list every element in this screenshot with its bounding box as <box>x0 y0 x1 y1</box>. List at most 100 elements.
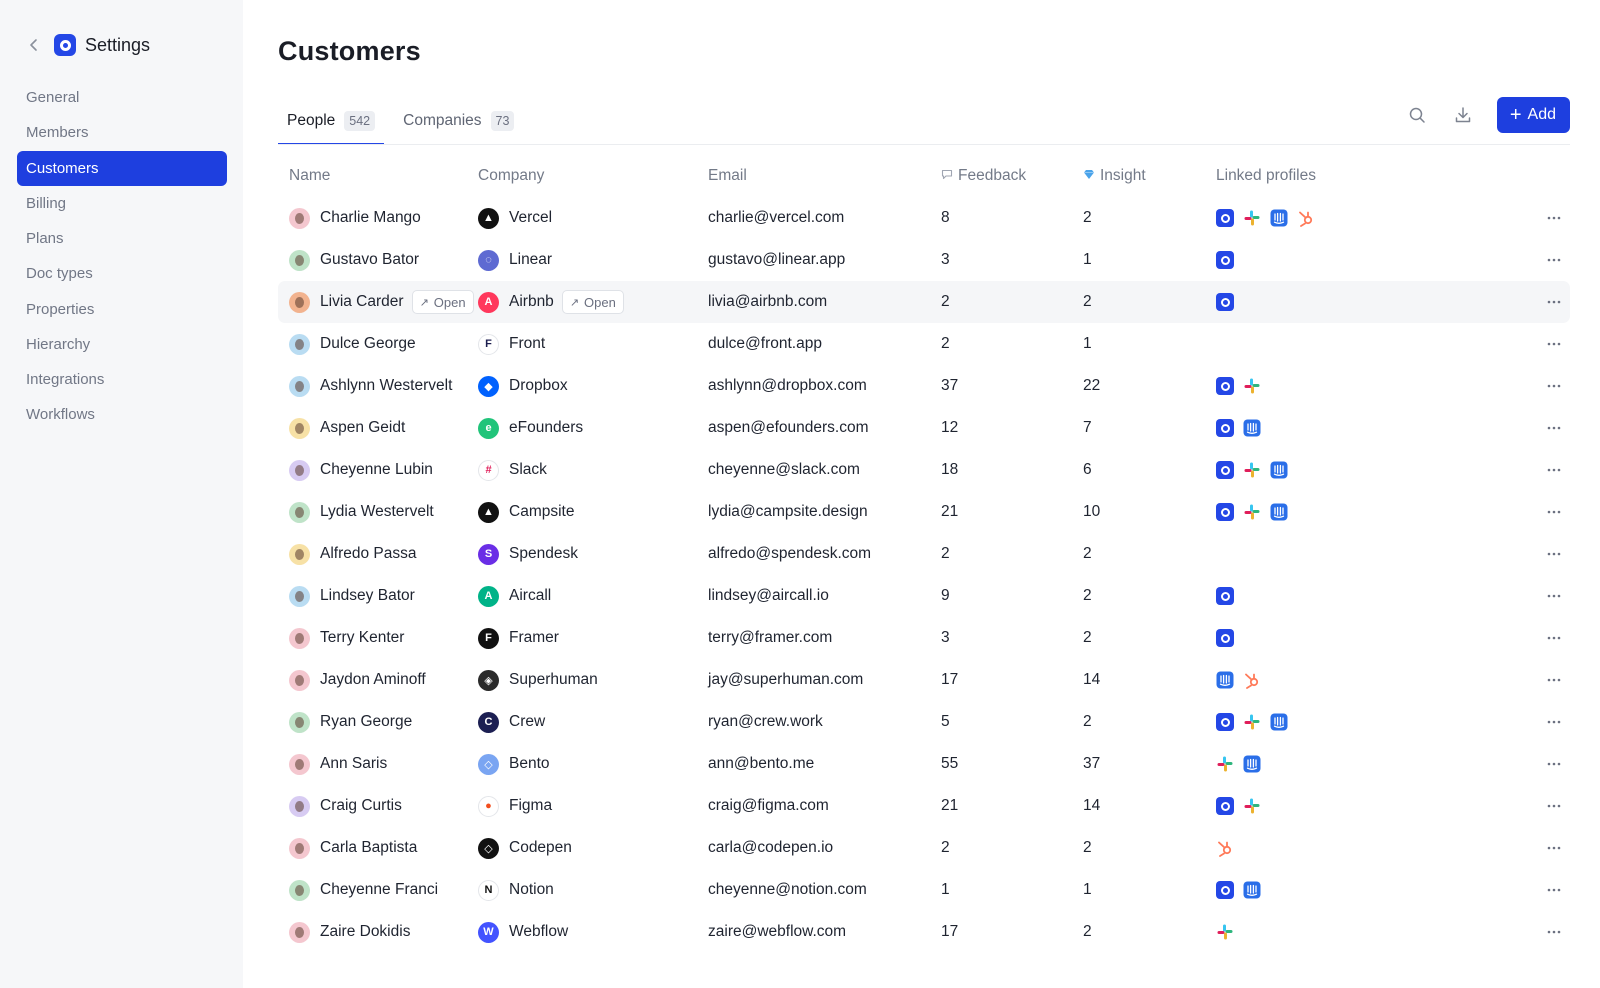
customer-name[interactable]: Gustavo Bator <box>320 251 419 269</box>
slack-profile-icon[interactable] <box>1216 755 1234 773</box>
company-name[interactable]: Slack <box>509 461 547 479</box>
slack-profile-icon[interactable] <box>1243 377 1261 395</box>
customer-name[interactable]: Terry Kenter <box>320 629 404 647</box>
table-row[interactable]: Ann Saris ◇ Bento ann@bento.me 55 37 <box>278 743 1570 785</box>
company-name[interactable]: Codepen <box>509 839 572 857</box>
company-name[interactable]: Front <box>509 335 545 353</box>
more-options-button[interactable] <box>1538 258 1570 262</box>
customer-name[interactable]: Charlie Mango <box>320 209 421 227</box>
customer-name[interactable]: Ashlynn Westervelt <box>320 377 452 395</box>
company-name[interactable]: Framer <box>509 629 559 647</box>
more-options-button[interactable] <box>1538 636 1570 640</box>
customer-name[interactable]: Jaydon Aminoff <box>320 671 426 689</box>
customer-name[interactable]: Alfredo Passa <box>320 545 417 563</box>
harvestr-profile-icon[interactable] <box>1216 713 1234 731</box>
sidebar-item-workflows[interactable]: Workflows <box>17 397 227 432</box>
harvestr-profile-icon[interactable] <box>1216 377 1234 395</box>
intercom-profile-icon[interactable] <box>1270 461 1288 479</box>
more-options-button[interactable] <box>1538 510 1570 514</box>
customer-name[interactable]: Lindsey Bator <box>320 587 415 605</box>
more-options-button[interactable] <box>1538 804 1570 808</box>
company-name[interactable]: Airbnb <box>509 293 554 311</box>
table-row[interactable]: Ashlynn Westervelt ◆ Dropbox ashlynn@dropbo… <box>278 365 1570 407</box>
more-options-button[interactable] <box>1538 762 1570 766</box>
customer-name[interactable]: Livia Carder <box>320 293 404 311</box>
table-row[interactable]: Dulce George F Front dulce@front.app 2 1 <box>278 323 1570 365</box>
slack-profile-icon[interactable] <box>1243 797 1261 815</box>
customer-name[interactable]: Craig Curtis <box>320 797 402 815</box>
more-options-button[interactable] <box>1538 720 1570 724</box>
company-name[interactable]: Superhuman <box>509 671 598 689</box>
customer-name[interactable]: Dulce George <box>320 335 416 353</box>
company-name[interactable]: Crew <box>509 713 545 731</box>
sidebar-item-general[interactable]: General <box>17 80 227 115</box>
table-row[interactable]: Charlie Mango ▲ Vercel charlie@vercel.com 8 2 <box>278 197 1570 239</box>
table-row[interactable]: Jaydon Aminoff ◈ Superhuman jay@superhuman.… <box>278 659 1570 701</box>
table-row[interactable]: Livia Carder ↗ Open A Airbnb ↗ Open livia@airbn… <box>278 281 1570 323</box>
company-name[interactable]: Bento <box>509 755 550 773</box>
tab-people[interactable]: People 542 <box>278 97 385 145</box>
intercom-profile-icon[interactable] <box>1243 881 1261 899</box>
company-name[interactable]: Dropbox <box>509 377 568 395</box>
tab-companies[interactable]: Companies 73 <box>394 97 523 145</box>
customer-name[interactable]: Ryan George <box>320 713 412 731</box>
company-name[interactable]: Notion <box>509 881 554 899</box>
table-row[interactable]: Lindsey Bator A Aircall lindsey@aircall.io 9… <box>278 575 1570 617</box>
customer-name[interactable]: Aspen Geidt <box>320 419 405 437</box>
more-options-button[interactable] <box>1538 888 1570 892</box>
sidebar-item-doc-types[interactable]: Doc types <box>17 256 227 291</box>
harvestr-profile-icon[interactable] <box>1216 209 1234 227</box>
company-name[interactable]: Figma <box>509 797 552 815</box>
customer-name[interactable]: Zaire Dokidis <box>320 923 410 941</box>
open-button[interactable]: ↗ Open <box>561 290 624 314</box>
company-name[interactable]: Spendesk <box>509 545 578 563</box>
sidebar-item-billing[interactable]: Billing <box>17 186 227 221</box>
table-row[interactable]: Alfredo Passa S Spendesk alfredo@spendesk.c… <box>278 533 1570 575</box>
download-button[interactable] <box>1445 97 1481 133</box>
more-options-button[interactable] <box>1538 846 1570 850</box>
sidebar-item-members[interactable]: Members <box>17 115 227 150</box>
more-options-button[interactable] <box>1538 468 1570 472</box>
more-options-button[interactable] <box>1538 384 1570 388</box>
hubspot-profile-icon[interactable] <box>1297 209 1315 227</box>
column-header-feedback[interactable]: Feedback <box>941 167 1083 185</box>
sidebar-item-integrations[interactable]: Integrations <box>17 362 227 397</box>
harvestr-profile-icon[interactable] <box>1216 503 1234 521</box>
table-row[interactable]: Carla Baptista ◇ Codepen carla@codepen.io 2 2 <box>278 827 1570 869</box>
chevron-left-icon[interactable] <box>26 37 42 53</box>
more-options-button[interactable] <box>1538 552 1570 556</box>
sidebar-item-properties[interactable]: Properties <box>17 292 227 327</box>
intercom-profile-icon[interactable] <box>1270 503 1288 521</box>
table-row[interactable]: Cheyenne Lubin # Slack cheyenne@slack.com 18… <box>278 449 1570 491</box>
company-name[interactable]: Campsite <box>509 503 574 521</box>
more-options-button[interactable] <box>1538 300 1570 304</box>
slack-profile-icon[interactable] <box>1216 923 1234 941</box>
sidebar-item-plans[interactable]: Plans <box>17 221 227 256</box>
search-button[interactable] <box>1399 97 1435 133</box>
company-name[interactable]: eFounders <box>509 419 583 437</box>
more-options-button[interactable] <box>1538 594 1570 598</box>
harvestr-profile-icon[interactable] <box>1216 587 1234 605</box>
harvestr-profile-icon[interactable] <box>1216 797 1234 815</box>
hubspot-profile-icon[interactable] <box>1243 671 1261 689</box>
company-name[interactable]: Aircall <box>509 587 551 605</box>
column-header-linked-profiles[interactable]: Linked profiles <box>1216 167 1538 185</box>
sidebar-item-hierarchy[interactable]: Hierarchy <box>17 327 227 362</box>
customer-name[interactable]: Lydia Westervelt <box>320 503 434 521</box>
table-row[interactable]: Gustavo Bator ◌ Linear gustavo@linear.app 3 1 <box>278 239 1570 281</box>
intercom-profile-icon[interactable] <box>1243 419 1261 437</box>
column-header-insight[interactable]: Insight <box>1083 167 1216 185</box>
more-options-button[interactable] <box>1538 342 1570 346</box>
harvestr-profile-icon[interactable] <box>1216 251 1234 269</box>
hubspot-profile-icon[interactable] <box>1216 839 1234 857</box>
intercom-profile-icon[interactable] <box>1270 209 1288 227</box>
harvestr-profile-icon[interactable] <box>1216 629 1234 647</box>
table-row[interactable]: Aspen Geidt e eFounders aspen@efounders.com… <box>278 407 1570 449</box>
intercom-profile-icon[interactable] <box>1216 671 1234 689</box>
open-button[interactable]: ↗ Open <box>411 290 474 314</box>
intercom-profile-icon[interactable] <box>1270 713 1288 731</box>
more-options-button[interactable] <box>1538 930 1570 934</box>
company-name[interactable]: Webflow <box>509 923 568 941</box>
table-row[interactable]: Craig Curtis ● Figma craig@figma.com 21 14 <box>278 785 1570 827</box>
harvestr-profile-icon[interactable] <box>1216 881 1234 899</box>
